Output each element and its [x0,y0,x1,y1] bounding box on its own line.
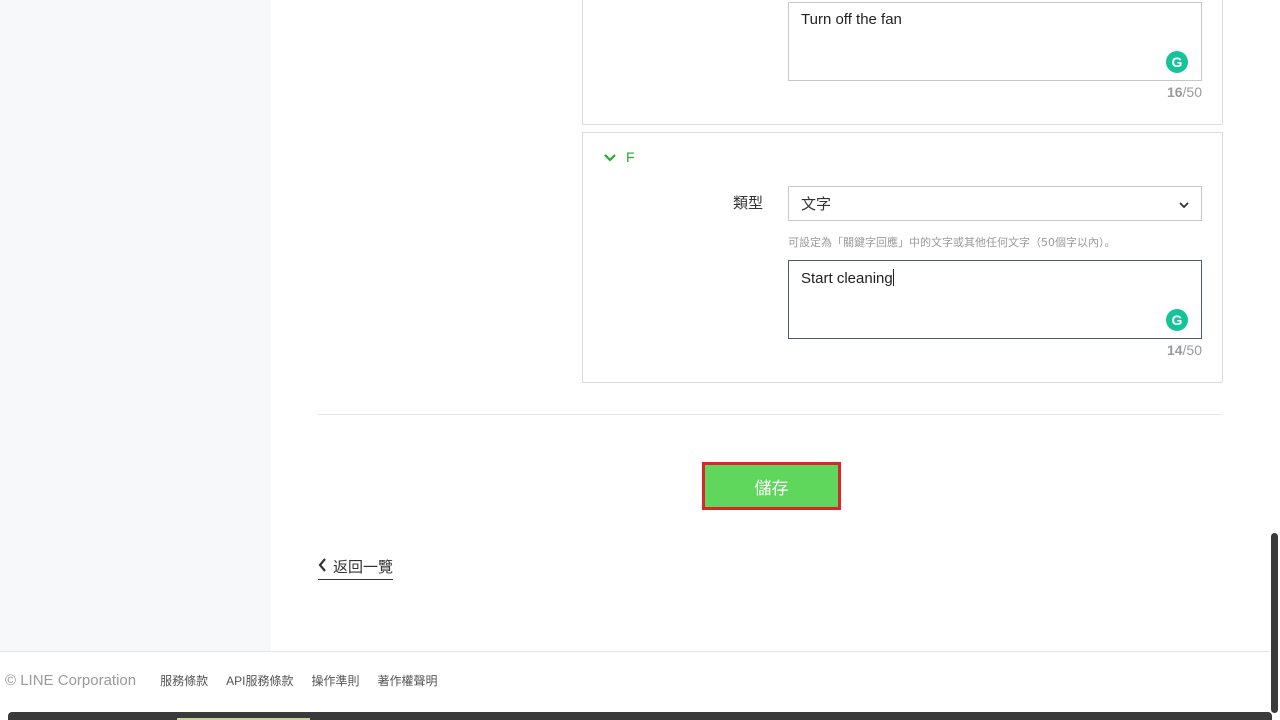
message-text-input-e[interactable]: Turn off the fan [788,2,1202,81]
type-label: 類型 [733,194,764,212]
char-counter-f: 14/50 [1100,342,1202,358]
save-button[interactable]: 儲存 [702,462,841,510]
type-select[interactable]: 文字 [788,186,1202,221]
footer: © LINE Corporation 服務條款 API服務條款 操作準則 著作權… [5,672,456,689]
left-sidebar [0,0,271,651]
footer-link-guidelines[interactable]: 操作準則 [311,672,359,689]
char-count-max: /50 [1182,342,1202,358]
type-select-value: 文字 [801,195,832,213]
section-label: F [626,149,635,165]
message-text-input-f[interactable]: Start cleaning [788,260,1202,339]
char-count-current: 14 [1166,342,1183,358]
char-count-current: 16 [1166,84,1183,100]
char-count-max: /50 [1182,84,1202,100]
vertical-scrollbar[interactable] [1271,533,1278,713]
chevron-down-icon [1179,195,1189,213]
message-text-value: Turn off the fan [801,11,902,28]
text-cursor [892,269,894,286]
grammarly-icon[interactable]: G [1166,309,1188,331]
section-toggle-f[interactable]: F [604,149,635,165]
back-link-label: 返回一覽 [333,558,394,576]
footer-link-terms[interactable]: 服務條款 [160,672,208,689]
chevron-left-icon [318,557,327,576]
footer-divider [0,651,1270,652]
section-divider [318,414,1223,415]
save-button-label: 儲存 [754,478,789,499]
footer-link-api-terms[interactable]: API服務條款 [226,672,293,689]
back-to-list-link[interactable]: 返回一覽 [318,556,394,580]
copyright: © LINE Corporation [5,672,137,689]
char-counter-e: 16/50 [1100,84,1202,100]
message-text-value: Start cleaning [801,270,893,287]
footer-link-copyright[interactable]: 著作權聲明 [378,672,438,689]
input-hint: 可設定為「關鍵字回應」中的文字或其他任何文字（50個字以內）。 [788,236,1116,249]
grammarly-icon[interactable]: G [1166,51,1188,73]
chevron-down-icon [604,149,616,165]
